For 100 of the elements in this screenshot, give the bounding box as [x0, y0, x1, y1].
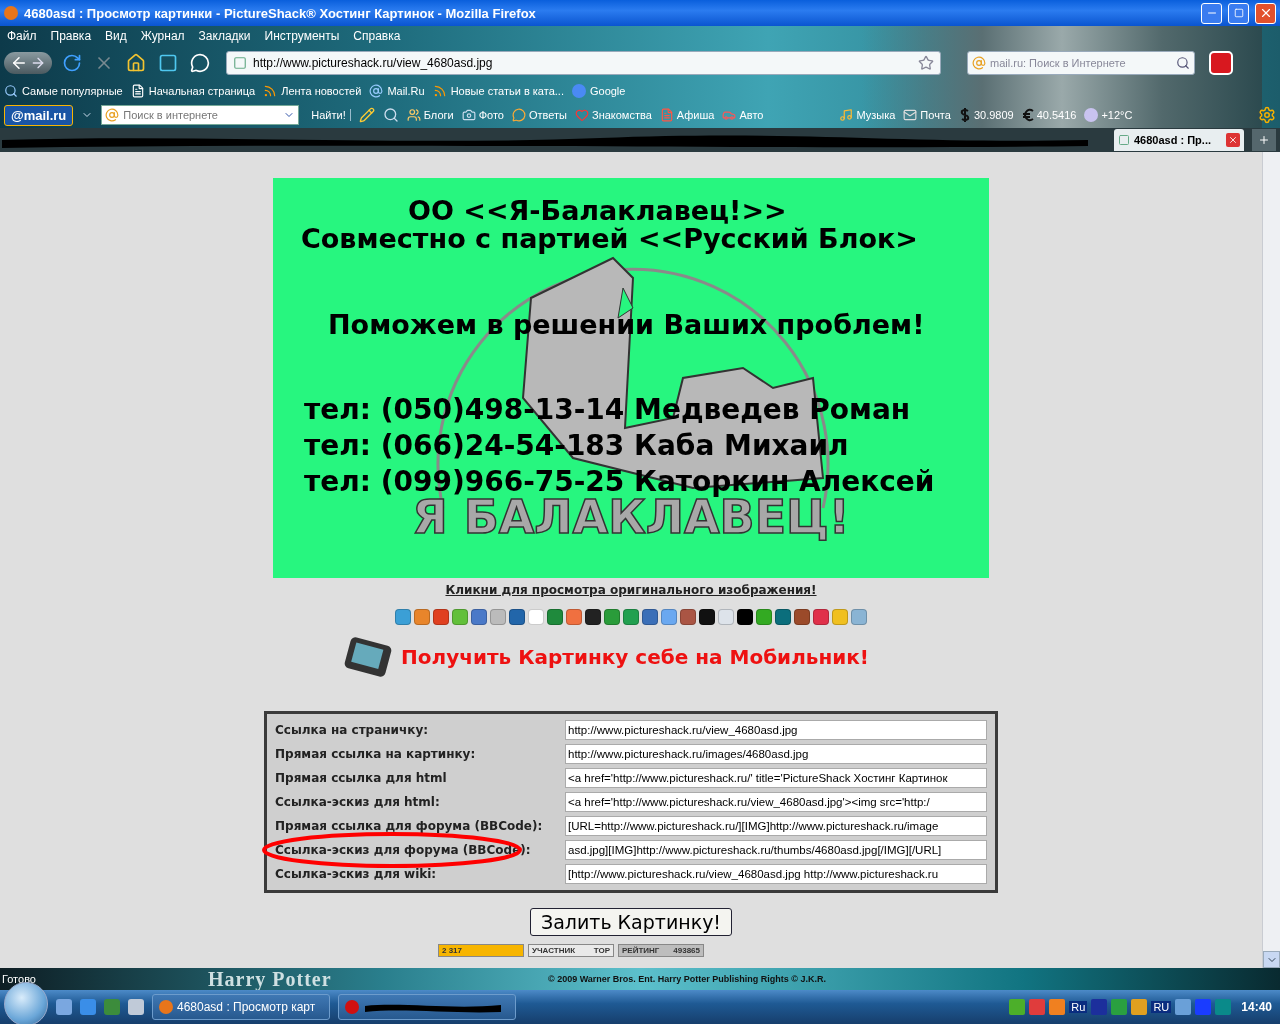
counter-badge[interactable]: 2 317: [438, 944, 524, 957]
share-icon[interactable]: [642, 609, 658, 625]
at-icon: [369, 84, 384, 98]
quick-launch-icon[interactable]: [56, 999, 72, 1015]
share-icon[interactable]: [547, 609, 563, 625]
address-field[interactable]: http://www.pictureshack.ru/view_4680asd.jpg: [226, 51, 941, 75]
search-icon: [4, 84, 18, 98]
poster-icon: [659, 108, 674, 122]
bookmark-item[interactable]: Самые популярные: [4, 84, 123, 98]
link-field[interactable]: <a href='http://www.pictureshack.ru/' title='PictureShack Хостинг Картинок: [565, 768, 987, 788]
reload-icon: [62, 53, 82, 73]
at-icon: [972, 56, 986, 70]
share-icon[interactable]: [794, 609, 810, 625]
link-label: Ссылка на страничку:: [274, 723, 429, 737]
counter-badge[interactable]: УЧАСТНИК TOP: [528, 944, 614, 957]
tray-icon[interactable]: [1175, 999, 1192, 1015]
forward-icon: [30, 55, 46, 71]
magnifier-icon: [382, 107, 399, 123]
taskbar-button[interactable]: [338, 994, 516, 1020]
browser-tab[interactable]: 4680asd : Пр...: [1114, 129, 1244, 151]
scrollbar[interactable]: [1262, 152, 1280, 968]
page-icon: [130, 84, 145, 98]
upload-button[interactable]: Залить Картинку!: [530, 908, 732, 936]
euro-icon: [1021, 108, 1034, 122]
car-icon: [722, 108, 737, 122]
heart-icon: [575, 108, 589, 122]
toolbar-widget[interactable]: Музыка: [839, 108, 896, 122]
toolbar-link[interactable]: Блоги: [406, 108, 454, 122]
scroll-down-button[interactable]: [1263, 951, 1280, 968]
bookmark-item[interactable]: Начальная страница: [130, 84, 256, 98]
status-logo: Harry Potter: [207, 967, 333, 991]
menu-item[interactable]: Правка: [47, 29, 95, 43]
status-text: Готово: [1, 973, 37, 985]
language-indicator[interactable]: Ru: [1069, 1001, 1088, 1013]
link-field[interactable]: asd.jpg][IMG]http://www.pictureshack.ru/thumbs/4680asd.jpg[/IMG][/URL]: [565, 840, 987, 860]
find-button[interactable]: Найти!: [307, 109, 351, 121]
share-icon[interactable]: [775, 609, 791, 625]
firefox-icon: [4, 6, 18, 20]
language-indicator[interactable]: RU: [1151, 1001, 1172, 1013]
menu-item[interactable]: Справка: [350, 29, 404, 43]
page-icon: [1118, 134, 1130, 146]
bookmark-item[interactable]: Google: [571, 84, 626, 98]
link-field[interactable]: http://www.pictureshack.ru/images/4680asd.jpg: [565, 744, 987, 764]
toolbar-widget[interactable]: +12°C: [1084, 108, 1133, 122]
minimize-button[interactable]: [1201, 2, 1222, 24]
bookmark-item[interactable]: Mail.Ru: [369, 84, 425, 98]
menu-item[interactable]: Вид: [102, 29, 130, 43]
copyright-text: © 2009 Warner Bros. Ent. Harry Potter Publishing Rights © J.K.R.: [548, 974, 826, 984]
search-icon: [1176, 56, 1190, 70]
toolbar-widget[interactable]: Почта: [903, 108, 951, 122]
bookmark-item[interactable]: Лента новостей: [263, 84, 362, 98]
close-button[interactable]: [1255, 2, 1276, 24]
share-icon[interactable]: [680, 609, 696, 625]
star-icon: [918, 55, 934, 71]
tray-icon[interactable]: [1215, 999, 1232, 1015]
tray-icon[interactable]: [1131, 999, 1148, 1015]
start-button[interactable]: [4, 982, 48, 1024]
window-title: 4680asd : Просмотр картинки - PictureShack® Хостинг Картинок - Mozilla Firefox: [24, 5, 537, 21]
original-image-link[interactable]: Кликни для просмотра оригинального изображения!: [445, 583, 817, 597]
tray-icon[interactable]: [1049, 999, 1066, 1015]
plus-icon: [1258, 133, 1270, 147]
share-icon[interactable]: [699, 609, 715, 625]
mail-logo: @mail.ru: [4, 104, 74, 126]
banner-subtitle: Совместно с партией <<Русский Блок>: [301, 224, 918, 254]
tray-icon[interactable]: [1009, 999, 1026, 1015]
toolbar-link[interactable]: Знакомства: [575, 108, 652, 122]
stop-sign-icon[interactable]: [1209, 51, 1233, 75]
chat-button[interactable]: [188, 51, 212, 75]
link-field[interactable]: [URL=http://www.pictureshack.ru/][IMG]http://www.pictureshack.ru/image: [565, 816, 987, 836]
taskbar-button[interactable]: 4680asd : Просмотр карт: [152, 994, 330, 1020]
toolbar-link[interactable]: Фото: [461, 108, 504, 122]
maximize-button[interactable]: [1228, 2, 1249, 24]
people-icon: [406, 108, 421, 122]
share-icon[interactable]: [471, 609, 487, 625]
tab-close-button[interactable]: [1226, 133, 1240, 147]
menu-item[interactable]: Инструменты: [261, 29, 343, 43]
music-icon: [839, 108, 854, 122]
link-field[interactable]: [http://www.pictureshack.ru/view_4680asd.jpg http://www.pictureshack.ru: [565, 864, 987, 884]
mail-search-field[interactable]: Поиск в интернете: [101, 105, 300, 125]
share-icon[interactable]: [585, 609, 601, 625]
maximize-icon: [1233, 8, 1244, 18]
link-field[interactable]: <a href='http://www.pictureshack.ru/view_4680asd.jpg'><img src='http:/: [565, 792, 987, 812]
back-forward-control[interactable]: [4, 52, 52, 74]
bookmark-item[interactable]: Новые статьи в ката...: [432, 84, 564, 98]
toolbar-widget[interactable]: 30.9809: [958, 108, 1014, 122]
new-tab-button[interactable]: [1252, 129, 1276, 151]
link-label: Прямая ссылка для форума (BBCode):: [274, 819, 544, 833]
quick-launch-icon[interactable]: [128, 999, 144, 1015]
banner-title: ОО <<Я-Балаклавец!>>: [408, 196, 787, 226]
menu-item[interactable]: Файл: [4, 29, 40, 43]
tray-icon[interactable]: [1029, 999, 1046, 1015]
menu-item[interactable]: Закладки: [195, 29, 254, 43]
link-field[interactable]: http://www.pictureshack.ru/view_4680asd.jpg: [565, 720, 987, 740]
tray-icon[interactable]: [1111, 999, 1128, 1015]
tray-icon[interactable]: [1091, 999, 1108, 1015]
counter-badge[interactable]: РЕЙТИНГ 493865: [618, 944, 704, 957]
share-icon[interactable]: [509, 609, 525, 625]
toolbar-link[interactable]: Ответы: [511, 108, 567, 122]
share-icon[interactable]: [737, 609, 753, 625]
menu-item[interactable]: Журнал: [137, 29, 188, 43]
